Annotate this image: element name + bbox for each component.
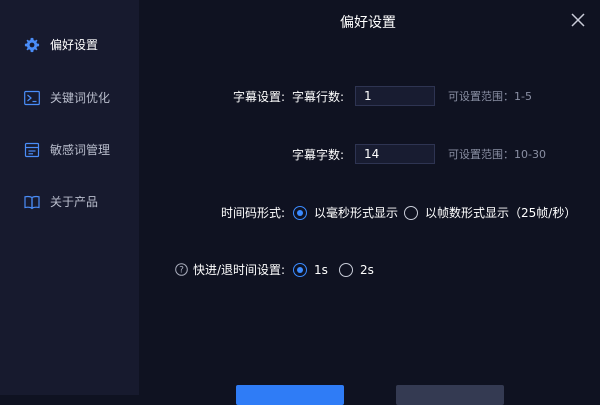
subtitle-settings-label: 字幕设置: [233, 90, 286, 104]
page-title: 偏好设置 [340, 15, 396, 31]
sidebar-item-label: 偏好设置 [50, 38, 99, 52]
svg-text:?: ? [179, 266, 184, 276]
sensitive-words-icon [24, 142, 40, 158]
seek-time-label: 快进/退时间设置: [193, 263, 286, 277]
confirm-button[interactable] [236, 385, 344, 405]
subtitle-lines-hint: 可设置范围：1-5 [448, 90, 532, 103]
seek-1s-radio[interactable] [293, 263, 307, 277]
help-icon[interactable]: ? [175, 263, 188, 276]
seek-2s-label[interactable]: 2s [360, 262, 374, 278]
sidebar: 偏好设置 关键词优化 敏感词管理 关于产品 [0, 0, 139, 395]
gear-icon [24, 37, 40, 53]
sidebar-item-label: 敏感词管理 [50, 143, 111, 157]
timecode-ms-radio[interactable] [293, 206, 307, 220]
sidebar-item-preferences[interactable]: 偏好设置 [0, 30, 139, 60]
seek-1s-label[interactable]: 1s [314, 262, 328, 278]
seek-2s-radio[interactable] [339, 263, 353, 277]
subtitle-lines-label: 字幕行数: [292, 90, 345, 104]
sidebar-item-sensitive-words[interactable]: 敏感词管理 [0, 135, 139, 165]
keyword-optimize-icon [24, 90, 40, 106]
sidebar-item-about[interactable]: 关于产品 [0, 187, 139, 217]
close-icon[interactable] [570, 12, 586, 28]
subtitle-chars-hint: 可设置范围：10-30 [448, 148, 546, 161]
sidebar-item-keyword-optimize[interactable]: 关键词优化 [0, 83, 139, 113]
cancel-button[interactable] [396, 385, 504, 405]
timecode-frames-radio[interactable] [404, 206, 418, 220]
timecode-ms-label[interactable]: 以毫秒形式显示 [314, 205, 398, 221]
timecode-format-label: 时间码形式: [221, 206, 286, 220]
subtitle-chars-input[interactable]: 14 [355, 144, 435, 164]
sidebar-item-label: 关于产品 [50, 195, 99, 209]
book-icon [24, 195, 40, 210]
sidebar-item-label: 关键词优化 [50, 91, 111, 105]
subtitle-lines-input[interactable]: 1 [355, 86, 435, 106]
subtitle-chars-label: 字幕字数: [292, 148, 345, 162]
timecode-frames-label[interactable]: 以帧数形式显示（25帧/秒） [425, 205, 576, 221]
